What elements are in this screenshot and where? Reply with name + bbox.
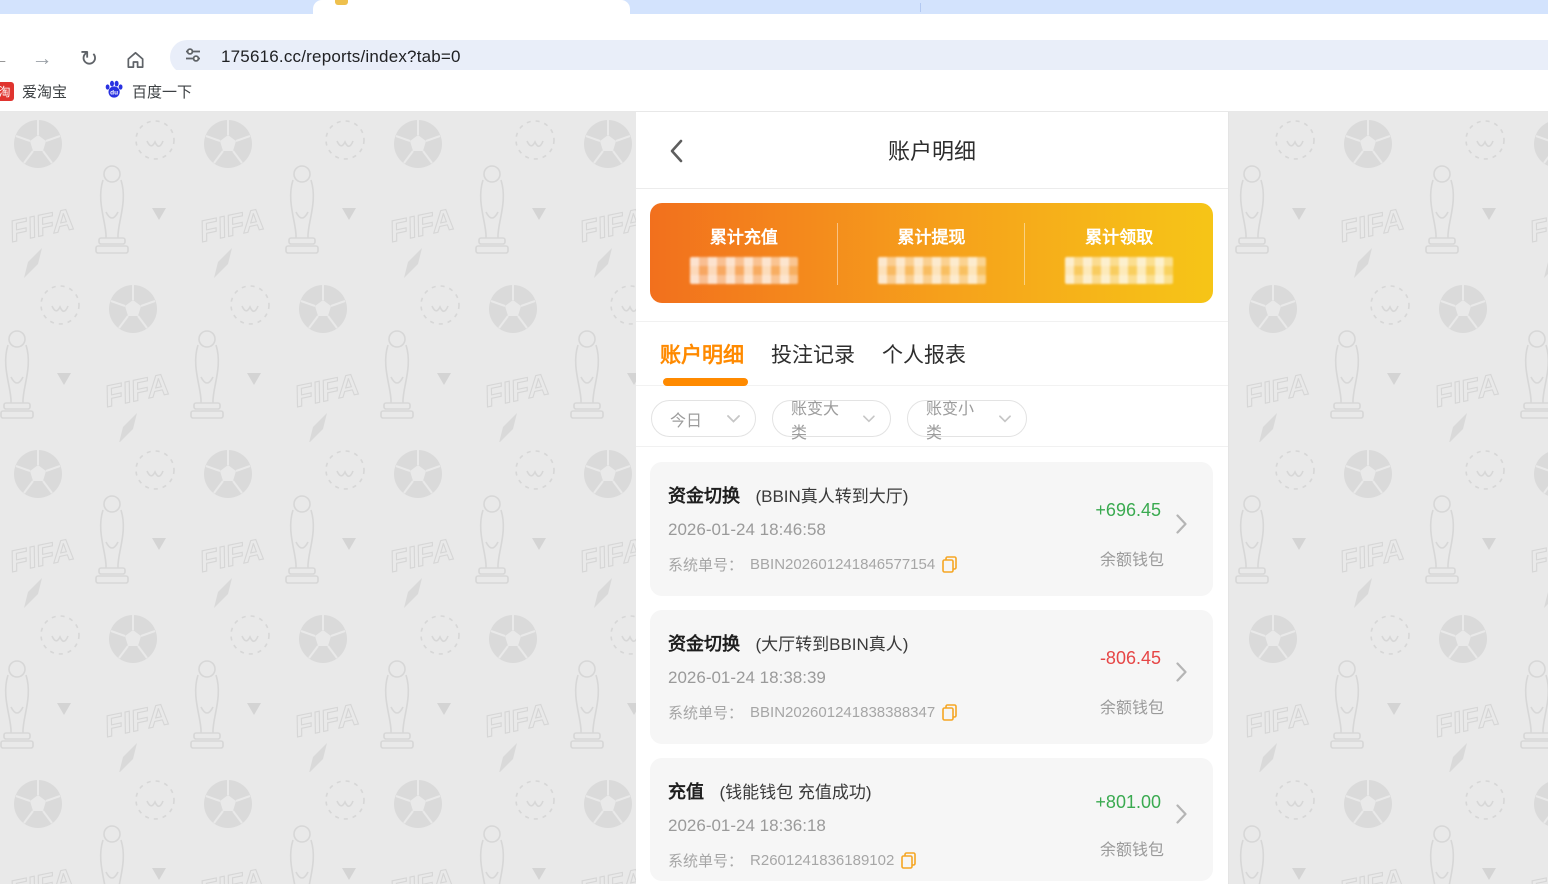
transaction-detail: (钱能钱包 充值成功): [719, 783, 872, 802]
transaction-title: 资金切换 (大厅转到BBIN真人): [668, 630, 908, 656]
summary-value-masked: [877, 257, 986, 284]
chevron-down-icon: [863, 414, 875, 422]
bookmark-taobao[interactable]: 淘 爱淘宝: [0, 70, 67, 112]
chevron-right-icon[interactable]: [1176, 662, 1187, 682]
transaction-order-row: 系统单号： R2601241836189102: [668, 850, 917, 871]
browser-toolbar: ← → ↻ 175616.cc/reports/index?tab=0: [0, 14, 1548, 74]
browser-tabstrip: [0, 0, 1548, 14]
transaction-detail: (大厅转到BBIN真人): [755, 635, 909, 654]
filter-major-category-dropdown[interactable]: 账变大类: [772, 400, 891, 442]
tab-bar: 账户明细 投注记录 个人报表: [636, 322, 1228, 386]
app-panel: 账户明细 累计充值 累计提现 累计领取 账户明细 投注记录 个人报表 今日 账变…: [636, 112, 1229, 884]
bookmark-baidu[interactable]: du 百度一下: [104, 70, 192, 112]
transaction-wallet: 余额钱包: [1099, 842, 1164, 859]
filter-label: 账变小类: [926, 400, 975, 442]
tab-favicon: [335, 0, 348, 5]
baidu-icon: du: [104, 79, 124, 103]
transaction-order-row: 系统单号： BBIN202601241846577154: [668, 554, 957, 575]
summary-label: 累计领取: [1085, 228, 1154, 247]
home-icon[interactable]: [122, 46, 148, 72]
filter-date-dropdown[interactable]: 今日: [651, 400, 756, 437]
chevron-down-icon: [727, 414, 740, 423]
svg-text:du: du: [110, 90, 118, 97]
order-number: BBIN202601241838388347: [750, 704, 936, 721]
chevron-right-icon[interactable]: [1176, 514, 1187, 534]
transaction-list: 资金切换 (BBIN真人转到大厅) 2026-01-24 18:46:58 系统…: [650, 462, 1213, 884]
summary-card: 累计充值 累计提现 累计领取: [650, 203, 1213, 303]
filters-row: 今日 账变大类 账变小类: [651, 400, 1027, 442]
summary-label: 累计充值: [709, 228, 778, 247]
transaction-order-row: 系统单号： BBIN202601241838388347: [668, 702, 957, 723]
transaction-row[interactable]: 充值 (钱能钱包 充值成功) 2026-01-24 18:36:18 系统单号：…: [650, 758, 1213, 881]
filter-label: 今日: [670, 412, 703, 430]
filter-label: 账变大类: [791, 400, 840, 442]
summary-label: 累计提现: [897, 228, 966, 247]
transaction-title: 充值 (钱能钱包 充值成功): [668, 778, 872, 804]
page-title: 账户明细: [887, 139, 976, 164]
active-tab[interactable]: [313, 0, 630, 14]
site-settings-icon[interactable]: [183, 45, 203, 70]
bookmark-label: 百度一下: [132, 83, 193, 101]
summary-recharge: 累计充值: [650, 203, 838, 303]
filter-minor-category-dropdown[interactable]: 账变小类: [907, 400, 1027, 442]
tab-divider: [920, 3, 921, 12]
summary-withdraw: 累计提现: [838, 203, 1026, 303]
summary-value-masked: [689, 257, 798, 284]
refresh-icon[interactable]: ↻: [76, 46, 102, 72]
copy-icon[interactable]: [901, 852, 917, 869]
tab-bet-records[interactable]: 投注记录: [771, 339, 855, 369]
summary-value-masked: [1065, 257, 1174, 284]
bookmark-label: 爱淘宝: [22, 83, 68, 101]
tab-personal-report[interactable]: 个人报表: [882, 339, 966, 369]
transaction-datetime: 2026-01-24 18:36:18: [668, 816, 826, 835]
browser-window: ← → ↻ 175616.cc/reports/index?tab=0 淘 爱淘…: [0, 0, 1548, 884]
chevron-down-icon: [999, 414, 1011, 422]
order-number: R2601241836189102: [750, 852, 895, 869]
forward-icon[interactable]: →: [29, 46, 55, 72]
copy-icon[interactable]: [942, 704, 957, 721]
page-header: 账户明细: [636, 112, 1228, 189]
transaction-wallet: 余额钱包: [1099, 552, 1164, 569]
order-label: 系统单号：: [668, 557, 744, 574]
transaction-title: 资金切换 (BBIN真人转到大厅): [668, 482, 908, 508]
order-label: 系统单号：: [668, 705, 744, 722]
bookmarks-bar: 淘 爱淘宝 du 百度一下: [0, 70, 1548, 112]
copy-icon[interactable]: [942, 556, 957, 573]
transaction-type: 资金切换: [668, 634, 740, 654]
order-label: 系统单号：: [668, 853, 744, 870]
url-text[interactable]: 175616.cc/reports/index?tab=0: [221, 47, 461, 67]
section-divider: [636, 446, 1228, 447]
transaction-type: 充值: [668, 782, 704, 802]
order-number: BBIN202601241846577154: [750, 556, 936, 573]
page-background: FIFA: [0, 112, 1548, 884]
tab-account-details[interactable]: 账户明细: [660, 339, 744, 369]
transaction-row[interactable]: 资金切换 (大厅转到BBIN真人) 2026-01-24 18:38:39 系统…: [650, 610, 1213, 744]
transaction-datetime: 2026-01-24 18:38:39: [668, 668, 826, 687]
transaction-datetime: 2026-01-24 18:46:58: [668, 520, 826, 539]
back-icon[interactable]: ←: [0, 46, 12, 72]
chevron-right-icon[interactable]: [1176, 804, 1187, 824]
transaction-detail: (BBIN真人转到大厅): [755, 487, 909, 506]
url-bar[interactable]: 175616.cc/reports/index?tab=0: [170, 40, 1548, 74]
active-tab-underline: [663, 378, 748, 386]
transaction-amount: -806.45: [1099, 648, 1161, 668]
transaction-type: 资金切换: [668, 486, 740, 506]
transaction-amount: +696.45: [1095, 500, 1161, 520]
summary-received: 累计领取: [1025, 203, 1213, 303]
transaction-amount: +801.00: [1095, 792, 1161, 812]
transaction-row[interactable]: 资金切换 (BBIN真人转到大厅) 2026-01-24 18:46:58 系统…: [650, 462, 1213, 596]
taobao-icon: 淘: [0, 81, 14, 101]
transaction-wallet: 余额钱包: [1099, 700, 1164, 717]
